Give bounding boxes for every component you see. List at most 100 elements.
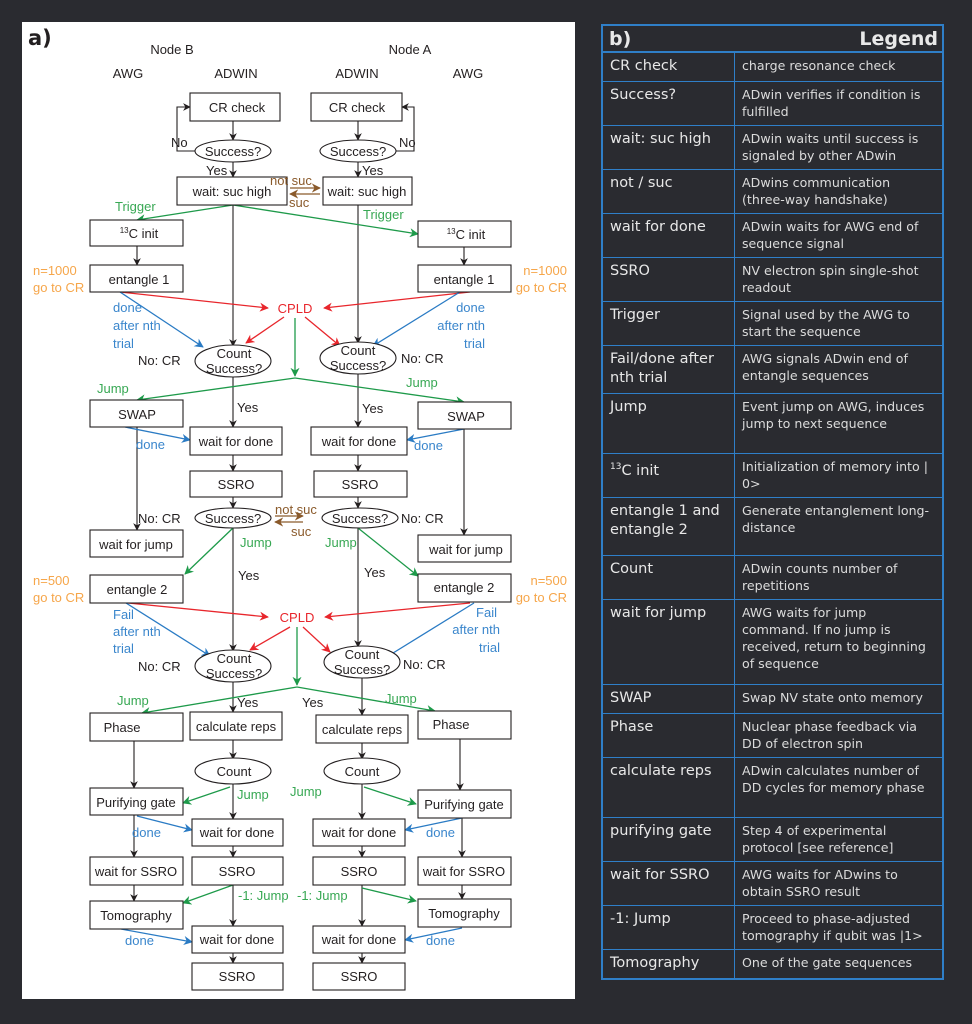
- legend-term: not / suc: [603, 169, 735, 214]
- legend-description: Swap NV state onto memory: [734, 684, 942, 714]
- label-not-suc-1: not suc: [270, 173, 312, 188]
- label-after-nth-a1: after nth: [437, 318, 485, 333]
- flowchart-panel: a) Node B Node A AWG ADWIN ADWIN AWG CR …: [22, 22, 575, 999]
- node-b-swap: SWAP: [89, 399, 184, 428]
- svg-text:Count: Count: [217, 651, 252, 666]
- legend-term-text: calculate reps: [610, 763, 712, 779]
- node-a-wait-for-done-1: wait for done: [310, 426, 408, 456]
- label-yes-a-1: Yes: [362, 163, 384, 178]
- svg-text:wait for done: wait for done: [321, 434, 396, 449]
- svg-text:Success?: Success?: [330, 144, 386, 159]
- node-b-success-1: Success?: [194, 139, 272, 163]
- label-trigger-b: Trigger: [115, 199, 156, 214]
- svg-text:Success?: Success?: [206, 666, 262, 681]
- legend-term-text: SWAP: [610, 690, 652, 706]
- legend-term-text: Jump: [610, 399, 647, 415]
- legend-description: Generate entanglement long-distance: [734, 497, 942, 556]
- label-no-cr-b3: No: CR: [138, 659, 181, 674]
- svg-text:SSRO: SSRO: [341, 969, 378, 984]
- legend-term-text: SSRO: [610, 263, 650, 279]
- legend-description: One of the gate sequences: [734, 949, 942, 978]
- svg-text:wait for SSRO: wait for SSRO: [94, 864, 177, 879]
- svg-text:Success?: Success?: [206, 361, 262, 376]
- legend-row: not / suc ADwins communication (three-way…: [603, 169, 942, 214]
- label-done-b2: done: [136, 437, 165, 452]
- legend-term-text: wait for SSRO: [610, 867, 710, 883]
- node-b-ssro-2: SSRO: [191, 856, 284, 886]
- legend-row: SWAP Swap NV state onto memory: [603, 684, 942, 714]
- node-a-ssro-2: SSRO: [312, 856, 406, 886]
- svg-text:wait for jump: wait for jump: [428, 542, 503, 557]
- panel-a-label: a): [28, 26, 52, 50]
- legend-row: purifying gate Step 4 of experimental pro…: [603, 817, 942, 862]
- node-a-wait-suc-high: wait: suc high: [322, 176, 413, 206]
- node-b-entangle-1: entangle 1: [89, 264, 184, 293]
- svg-text:wait for done: wait for done: [321, 932, 396, 947]
- legend-term-text: Tomography: [610, 955, 700, 971]
- legend-row: entangle 1 and entangle 2 Generate entang…: [603, 497, 942, 556]
- legend-term: 13C init: [603, 453, 735, 498]
- label-yes-b3: Yes: [238, 568, 260, 583]
- node-b-count-success-2: Count Success?: [194, 649, 272, 683]
- legend-term: Success?: [603, 81, 735, 126]
- svg-text:wait: suc high: wait: suc high: [327, 184, 407, 199]
- node-a-count-success-1: Count Success?: [319, 341, 397, 375]
- legend-term: Count: [603, 555, 735, 600]
- legend-term-text: C init: [621, 462, 660, 479]
- legend-term: CR check: [603, 53, 735, 82]
- svg-text:wait for jump: wait for jump: [98, 537, 173, 552]
- node-b-ssro-3: SSRO: [191, 962, 284, 991]
- legend-term: wait for done: [603, 213, 735, 258]
- node-b-purifying-gate: Purifying gate: [89, 787, 184, 816]
- legend-row: Jump Event jump on AWG, induces jump to n…: [603, 393, 942, 454]
- legend-header: b) Legend: [603, 26, 942, 53]
- label-no-cr-a2: No: CR: [401, 511, 444, 526]
- legend-term: Jump: [603, 393, 735, 454]
- legend-description: ADwin counts number of repetitions: [734, 555, 942, 600]
- label-no-cr-a3: No: CR: [403, 657, 446, 672]
- label-no-b: No: [171, 135, 188, 150]
- legend-row: wait for jump AWG waits for jump command.…: [603, 599, 942, 685]
- legend-row: wait: suc high ADwin waits until success …: [603, 125, 942, 170]
- legend-row: Count ADwin counts number of repetitions: [603, 555, 942, 600]
- node-a-wait-for-ssro: wait for SSRO: [417, 856, 512, 886]
- legend-description: Step 4 of experimental protocol [see ref…: [734, 817, 942, 862]
- legend-table: CR check charge resonance check Success? AD…: [603, 53, 942, 978]
- svg-text:SSRO: SSRO: [218, 477, 255, 492]
- node-a-purifying-gate: Purifying gate: [417, 789, 512, 819]
- label-no-cr-b2: No: CR: [138, 511, 181, 526]
- svg-text:Phase: Phase: [433, 717, 470, 732]
- node-b-wait-for-done-2: wait for done: [191, 818, 284, 847]
- legend-term: Trigger: [603, 301, 735, 346]
- legend-term: wait: suc high: [603, 125, 735, 170]
- legend-term-text: Success?: [610, 87, 677, 103]
- label-n1000-b: n=1000: [33, 263, 77, 278]
- legend-title: Legend: [859, 27, 938, 50]
- node-a-tomography: Tomography: [417, 898, 512, 928]
- header-awg-b: AWG: [113, 66, 144, 81]
- legend-term-text: -1: Jump: [610, 911, 671, 927]
- header-adwin-b: ADWIN: [214, 66, 257, 81]
- legend-term-text: Fail/done after nth trial: [610, 351, 714, 386]
- node-b-entangle-2: entangle 2: [89, 574, 184, 604]
- svg-text:calculate reps: calculate reps: [196, 719, 277, 734]
- label-go-to-cr-b2: go to CR: [33, 590, 84, 605]
- legend-description: AWG signals ADwin end of entangle sequen…: [734, 345, 942, 394]
- node-b-wait-for-ssro: wait for SSRO: [89, 856, 184, 886]
- node-a-phase: Phase: [417, 710, 512, 740]
- label-yes-b-1: Yes: [206, 163, 228, 178]
- legend-description: NV electron spin single-shot readout: [734, 257, 942, 302]
- legend-term-text: Trigger: [610, 307, 661, 323]
- legend-description: ADwin verifies if condition is fulfilled: [734, 81, 942, 126]
- header-awg-a: AWG: [453, 66, 484, 81]
- label-yes-b2: Yes: [237, 400, 259, 415]
- label-go-to-cr-a1: go to CR: [516, 280, 567, 295]
- svg-text:CR check: CR check: [329, 100, 386, 115]
- legend-term-text: Count: [610, 561, 654, 577]
- legend-description: AWG waits for jump command. If no jump i…: [734, 599, 942, 685]
- node-b-wait-for-done-3: wait for done: [191, 925, 284, 954]
- svg-text:SSRO: SSRO: [219, 864, 256, 879]
- node-a-wait-for-done-3: wait for done: [312, 925, 406, 954]
- node-a-ssro-1: SSRO: [313, 470, 408, 498]
- svg-text:Tomography: Tomography: [100, 908, 172, 923]
